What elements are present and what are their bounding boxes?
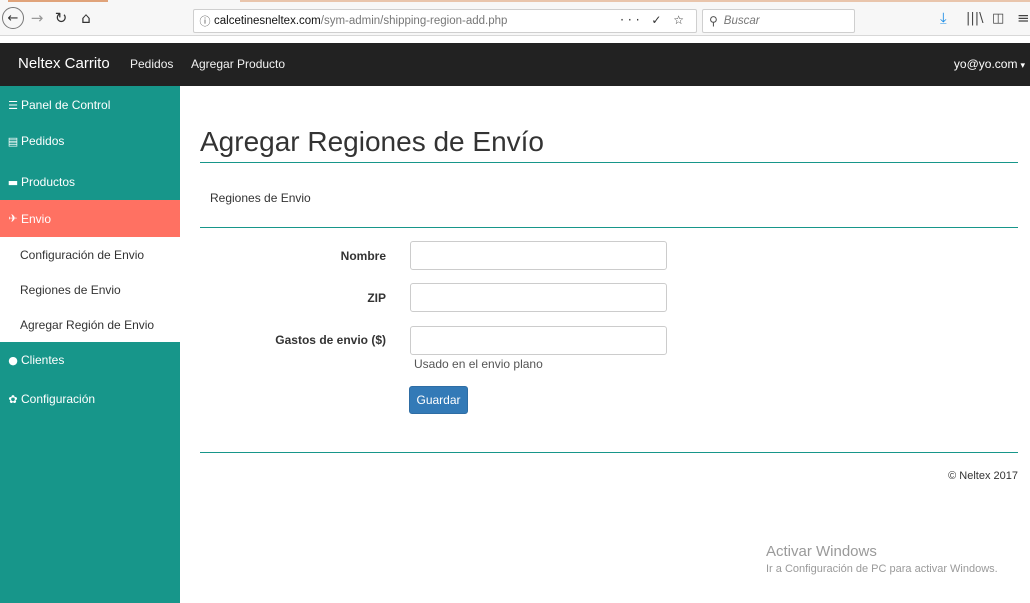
url-domain: calcetinesneltex.com [214,15,321,27]
sidebar-item-envio[interactable]: ✈ Envio [0,200,180,237]
windows-activation-watermark: Activar Windows Ir a Configuración de PC… [766,543,998,575]
section-breadcrumb: Regiones de Envio [210,191,311,205]
sidebar-item-label: Productos [21,175,76,189]
dashboard-icon: ☰ [8,98,18,112]
search-icon: ⚲ [709,14,718,28]
forward-icon[interactable]: → [26,7,48,29]
sidebar-item-label: Pedidos [21,134,65,148]
briefcase-icon: ▬ [7,175,19,189]
section-divider [200,227,1018,228]
zip-label: ZIP [367,291,386,305]
tab-strip-line [240,0,1030,2]
nombre-label: Nombre [340,249,386,263]
url-path: /sym-admin/shipping-region-add.php [320,15,508,27]
download-icon[interactable]: ⤓ [940,9,947,27]
menu-icon[interactable]: ≡ [1017,9,1030,27]
nav-agregar-producto-link[interactable]: Agregar Producto [191,57,285,71]
sidebar-icon[interactable]: ◫ [992,11,1004,26]
sidebar-item-label: Panel de Control [21,98,111,112]
sidebar-item-panel-de-control[interactable]: ☰ Panel de Control [0,87,180,123]
reload-icon[interactable]: ↻ [50,7,72,29]
user-email: yo@yo.com [953,57,1018,71]
watermark-title: Activar Windows [766,543,877,560]
gastos-envio-label: Gastos de envio ($) [275,333,386,347]
top-navbar: Neltex Carrito Pedidos Agregar Producto … [0,43,1030,86]
sidebar-item-pedidos[interactable]: ▤ Pedidos [0,123,180,159]
submenu-configuracion-de-envio[interactable]: Configuración de Envio [0,237,180,272]
sidebar-item-label: Envio [21,211,52,226]
watermark-subtitle: Ir a Configuración de PC para activar Wi… [766,563,998,575]
save-button[interactable]: Guardar [409,386,468,414]
sidebar-item-productos[interactable]: ▬ Productos [0,164,180,200]
sidebar-item-label: Configuración [21,392,96,406]
footer-divider [200,452,1018,453]
search-input[interactable]: ⚲ Buscar [702,9,855,33]
page-title: Agregar Regiones de Envío [200,126,544,157]
tab-indicator [8,0,108,2]
browser-toolbar: ← → ↻ ⌂ ⓘ calcetinesneltex.com/sym-admin… [0,0,1030,36]
nombre-field[interactable] [410,241,667,270]
user-icon: ● [8,353,18,367]
plane-icon: ✈ [8,212,18,225]
zip-field[interactable] [410,283,667,312]
sidebar: ☰ Panel de Control ▤ Pedidos ▬ Productos ✈ E… [0,86,180,603]
sidebar-item-label: Clientes [21,353,65,367]
submenu-label: Configuración de Envio [20,247,145,262]
address-bar[interactable]: ⓘ calcetinesneltex.com/sym-admin/shippin… [193,9,697,33]
footer-copyright: © Neltex 2017 [948,470,1018,482]
back-icon[interactable]: ← [2,7,24,29]
gastos-envio-field[interactable] [410,326,667,355]
library-icon[interactable]: |||\ [966,11,984,26]
title-divider [200,162,1018,163]
sidebar-item-configuracion[interactable]: ✿ Configuración [0,381,180,417]
nav-pedidos-link[interactable]: Pedidos [130,57,173,71]
list-icon: ▤ [7,134,19,148]
brand-link[interactable]: Neltex Carrito [18,55,110,72]
search-placeholder: Buscar [723,15,760,27]
sidebar-item-clientes[interactable]: ● Clientes [0,342,180,378]
gastos-help-text: Usado en el envio plano [414,357,543,371]
submenu-label: Agregar Región de Envio [20,317,155,332]
gear-icon: ✿ [8,392,18,406]
info-icon[interactable]: ⓘ [196,13,214,29]
page-actions-icons[interactable]: ··· ✓ ☆ [620,13,688,27]
home-icon[interactable]: ⌂ [75,7,97,29]
submenu-regiones-de-envio[interactable]: Regiones de Envio [0,272,180,307]
submenu-label: Regiones de Envio [20,282,121,297]
submenu-agregar-region-de-envio[interactable]: Agregar Región de Envio [0,307,180,342]
caret-down-icon: ▾ [1020,61,1025,71]
user-menu[interactable]: yo@yo.com ▾ [954,57,1025,71]
